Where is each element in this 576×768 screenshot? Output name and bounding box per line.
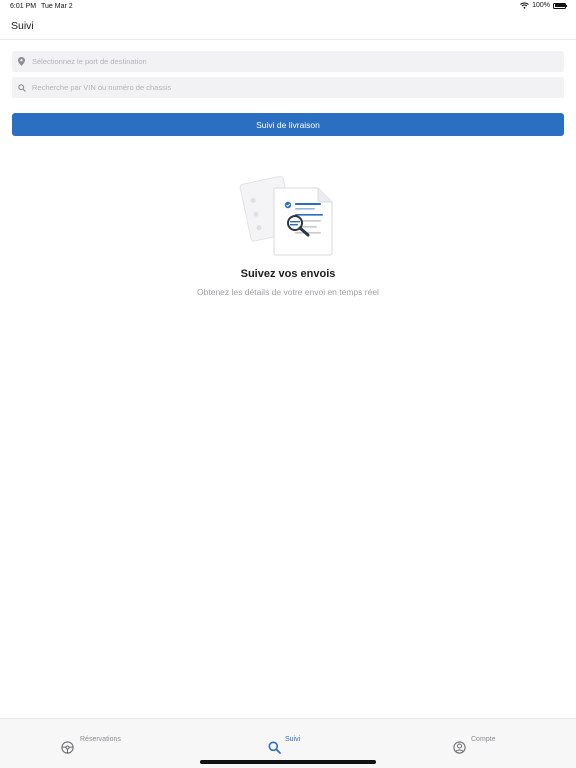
tab-compte[interactable]: Compte bbox=[384, 719, 576, 768]
track-delivery-button[interactable]: Suivi de livraison bbox=[12, 113, 564, 136]
home-indicator bbox=[200, 760, 376, 764]
status-time: 6:01 PM bbox=[10, 3, 37, 10]
status-right: 100% bbox=[520, 2, 567, 9]
empty-state-title: Suivez vos envois bbox=[240, 268, 336, 280]
navigation-bar: Suivi bbox=[0, 14, 576, 40]
tab-reservations[interactable]: Réservations bbox=[0, 719, 192, 768]
tab-suivi-label: Suivi bbox=[285, 736, 301, 743]
vin-search-input[interactable] bbox=[32, 83, 532, 92]
steering-wheel-icon bbox=[61, 741, 74, 754]
battery-icon bbox=[553, 2, 567, 9]
status-bar: 6:01 PM Tue Mar 2 100% bbox=[0, 0, 576, 14]
wifi-icon bbox=[520, 2, 529, 9]
search-icon bbox=[17, 83, 26, 92]
location-pin-icon bbox=[17, 57, 26, 66]
destination-port-input[interactable] bbox=[32, 57, 532, 66]
destination-port-field[interactable] bbox=[12, 51, 564, 72]
tab-compte-label: Compte bbox=[471, 736, 496, 743]
search-icon bbox=[268, 741, 281, 754]
page-title: Suivi bbox=[11, 20, 34, 32]
document-search-illustration bbox=[239, 175, 333, 256]
empty-state-subtitle: Obtenez les détails de votre envoi en te… bbox=[197, 287, 379, 297]
tab-reservations-label: Réservations bbox=[80, 736, 121, 743]
battery-percent: 100% bbox=[532, 2, 550, 9]
vin-search-field[interactable] bbox=[12, 77, 564, 98]
status-date: Tue Mar 2 bbox=[41, 3, 73, 10]
account-icon bbox=[453, 741, 466, 754]
